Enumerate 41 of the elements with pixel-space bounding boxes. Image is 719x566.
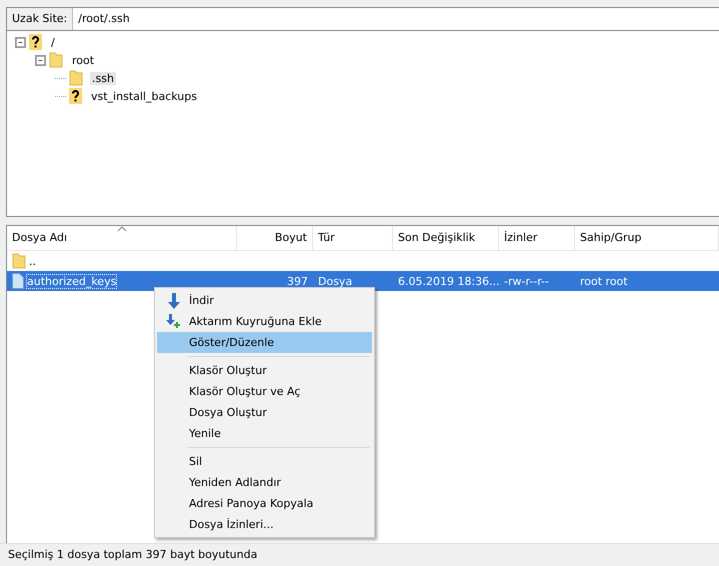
menu-item[interactable]: Sil	[157, 451, 372, 472]
column-header[interactable]: Sahip/Grup	[575, 226, 719, 250]
menu-item[interactable]: Aktarım Kuyruğuna Ekle	[157, 311, 372, 332]
menu-item[interactable]: Yeniden Adlandır	[157, 472, 372, 493]
column-header[interactable]: Dosya Adı	[7, 226, 237, 250]
collapse-toggle-icon[interactable]	[15, 36, 26, 48]
file-name: authorized_keys	[27, 274, 116, 288]
file-name: ..	[29, 254, 36, 268]
column-header[interactable]: Tür	[313, 226, 393, 250]
menu-item[interactable]: Dosya İzinleri...	[157, 514, 372, 535]
question-mark-icon	[29, 34, 42, 50]
menu-item[interactable]: Yenile	[157, 423, 372, 444]
file-row[interactable]: authorized_keys 397 Dosya 6.05.2019 18:36... -rw-r--r-- root root	[7, 271, 719, 291]
question-mark-icon	[69, 88, 82, 104]
table-cell: -rw-r--r--	[504, 274, 549, 288]
down-arrow-icon	[168, 292, 180, 308]
tree-item[interactable]: .ssh	[90, 72, 116, 84]
tree-item[interactable]: /	[49, 36, 57, 48]
menu-item[interactable]: Klasör Oluştur	[157, 360, 372, 381]
collapse-toggle-icon[interactable]	[35, 54, 46, 66]
folder-icon	[69, 70, 83, 86]
menu-item[interactable]: Adresi Panoya Kopyala	[157, 493, 372, 514]
table-cell: 397	[287, 274, 308, 288]
menu-item[interactable]: Klasör Oluştur ve Aç	[157, 381, 372, 402]
column-header[interactable]: Boyut	[237, 226, 313, 250]
folder-icon	[12, 253, 26, 269]
folder-icon	[49, 52, 63, 68]
table-cell: 6.05.2019 18:36...	[398, 274, 500, 288]
status-text: Seçilmiş 1 dosya toplam 397 bayt boyutunda	[0, 543, 719, 566]
column-header[interactable]: Son Değişiklik	[393, 226, 499, 250]
file-icon	[12, 273, 24, 289]
table-cell: root root	[580, 274, 628, 288]
table-cell: Dosya	[318, 274, 352, 288]
column-header[interactable]: İzinler	[499, 226, 575, 250]
menu-item[interactable]: İndir	[157, 290, 372, 311]
file-row[interactable]: ..	[7, 251, 719, 271]
tree-item[interactable]: root	[70, 54, 96, 66]
menu-item[interactable]: Göster/Düzenle	[157, 332, 372, 353]
tree-item[interactable]: vst_install_backups	[89, 90, 199, 102]
down-arrow-plus-icon	[166, 314, 182, 330]
menu-item[interactable]: Dosya Oluştur	[157, 402, 372, 423]
